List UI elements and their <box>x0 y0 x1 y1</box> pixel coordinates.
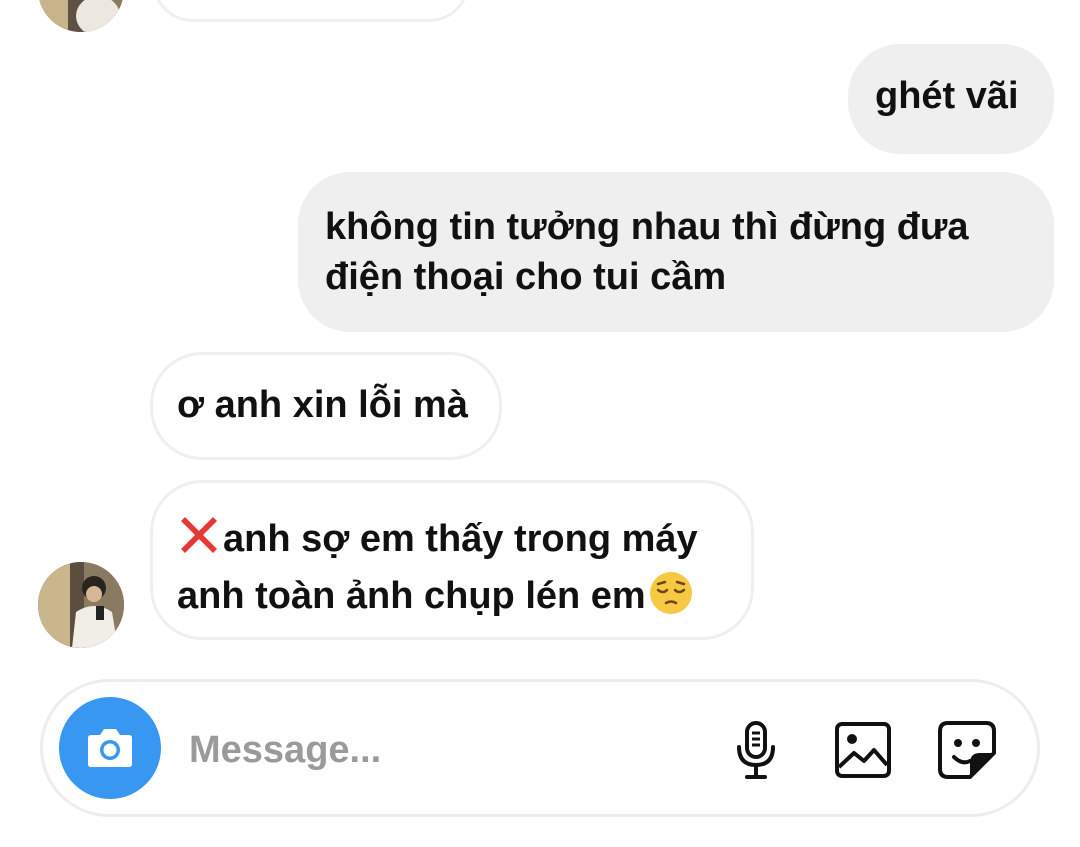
incoming-message-bubble[interactable]: ơ anh xin lỗi mà <box>150 352 502 460</box>
camera-button[interactable] <box>59 697 161 799</box>
image-icon <box>835 722 891 778</box>
microphone-icon <box>737 721 775 779</box>
contact-avatar[interactable] <box>38 0 124 32</box>
message-text: ơ anh xin lỗi mà <box>177 384 468 426</box>
message-text: ghét vãi <box>875 75 1019 117</box>
sticker-button[interactable] <box>934 717 1000 783</box>
incoming-message-bubble[interactable]: anh sợ em thấy trong máy anh toàn ảnh ch… <box>150 480 754 640</box>
pensive-face-emoji <box>648 570 694 629</box>
outgoing-message-bubble[interactable]: không tin tưởng nhau thì đừng đưa điện t… <box>298 172 1054 332</box>
chat-thread: ghét vãi không tin tưởng nhau thì đừng đ… <box>0 0 1080 847</box>
sticker-icon <box>938 721 996 779</box>
message-text-line: không tin tưởng nhau thì đừng đưa <box>325 206 969 248</box>
message-text-line: anh sợ em thấy trong máy <box>223 518 698 560</box>
outgoing-message-bubble[interactable]: ghét vãi <box>848 44 1054 154</box>
red-x-emoji <box>177 513 221 570</box>
message-input[interactable] <box>189 722 689 778</box>
gallery-button[interactable] <box>830 717 896 783</box>
previous-incoming-bubble <box>152 0 470 22</box>
message-text-line: anh toàn ảnh chụp lén em <box>177 575 646 617</box>
message-text-line: điện thoại cho tui cầm <box>325 256 727 298</box>
voice-message-button[interactable] <box>723 717 789 783</box>
camera-icon <box>88 729 132 767</box>
contact-avatar[interactable] <box>38 562 124 648</box>
message-composer <box>40 679 1040 817</box>
